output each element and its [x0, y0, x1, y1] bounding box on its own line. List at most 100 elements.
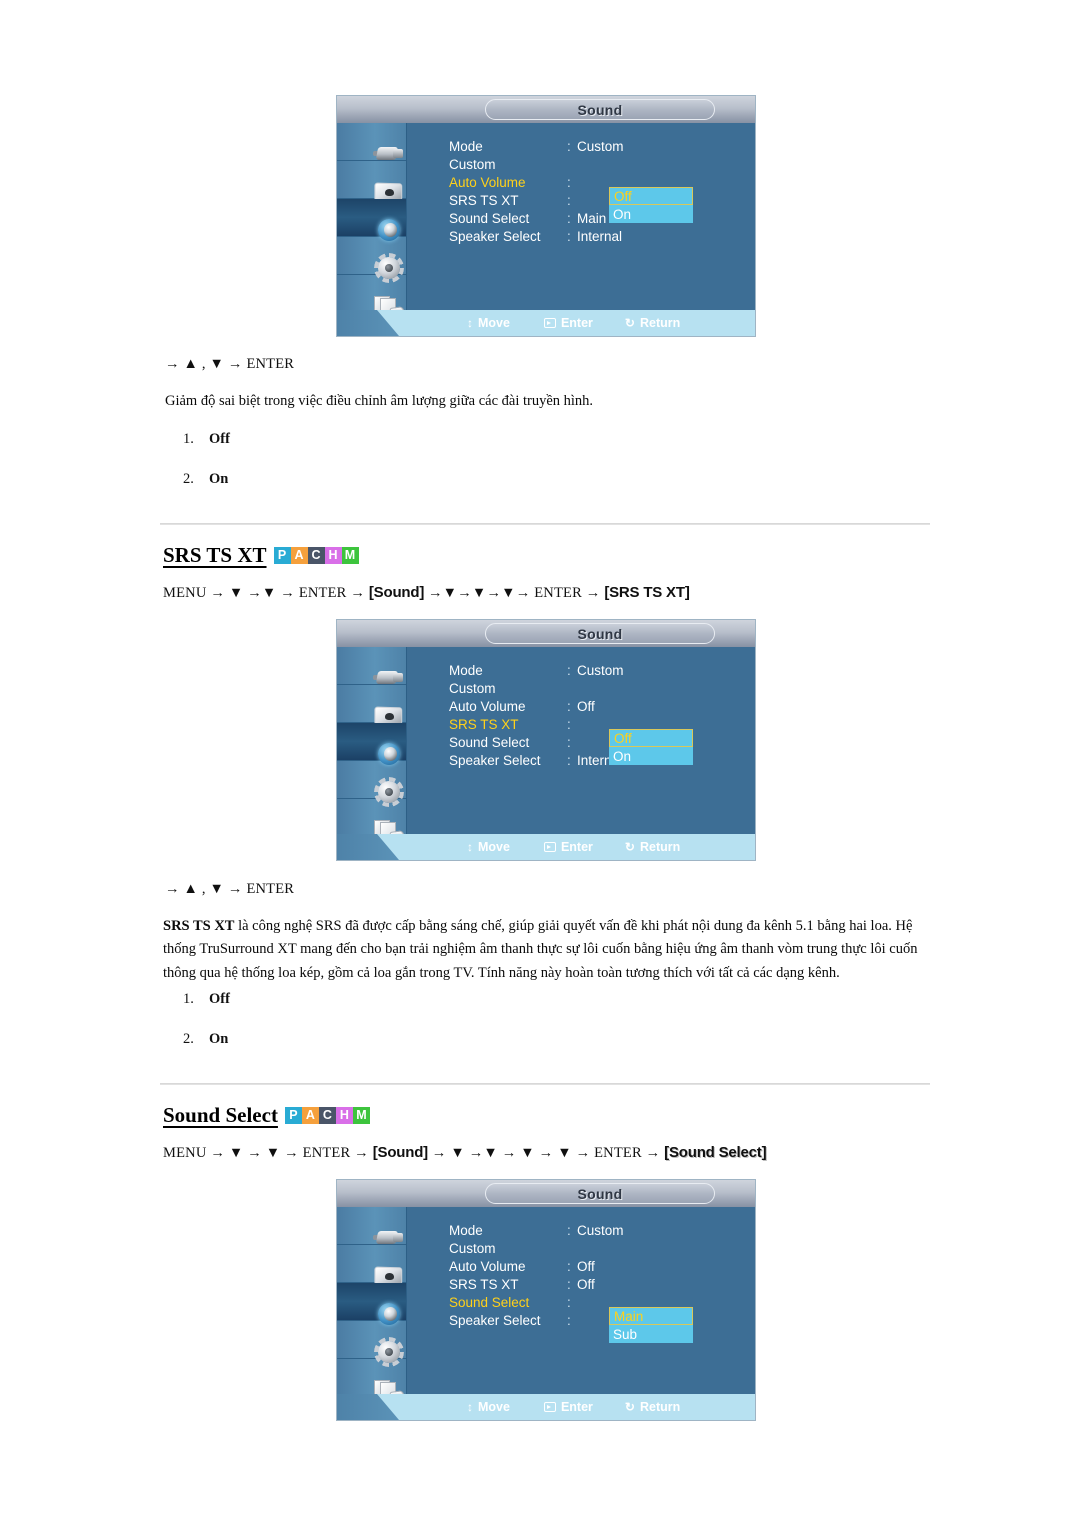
osd-rows: Mode: Custom Custom Auto Volume: Off SRS TS X…	[449, 661, 749, 769]
osd-row-1[interactable]: Custom	[449, 1239, 749, 1257]
osd-row-value: Off	[577, 1258, 595, 1274]
osd-main-area: Mode: Custom Custom Auto Volume: Off SRS TS X…	[407, 647, 755, 834]
sidebar-item-sound[interactable]	[337, 199, 406, 241]
list-value: Off	[209, 431, 230, 447]
menu-path-prefix: MENU → ▼ →▼ → ENTER →	[163, 585, 369, 601]
osd-title-bar: Sound	[337, 1180, 755, 1207]
sidebar-item-input-source[interactable]	[337, 1207, 406, 1245]
osd-row-0[interactable]: Mode: Custom	[449, 1221, 749, 1239]
osd-row-1[interactable]: Custom	[449, 679, 749, 697]
osd-option-on[interactable]: On	[609, 205, 693, 223]
osd-row-colon: :	[567, 698, 571, 714]
osd-row-colon: :	[567, 210, 571, 226]
osd-footer-move: ↕ Move	[467, 1400, 510, 1414]
return-arrow-icon: ↻	[624, 840, 635, 854]
osd-option-dropdown[interactable]: Off On	[609, 187, 693, 223]
osd-row-value: Internal	[577, 228, 623, 244]
osd-row-0[interactable]: Mode: Custom	[449, 661, 749, 679]
sidebar-item-setup-gear[interactable]	[337, 761, 406, 803]
osd-row-4[interactable]: Sound Select:	[449, 733, 749, 751]
osd-row-label: Speaker Select	[449, 752, 541, 768]
osd-row-3[interactable]: SRS TS XT: Off	[449, 1275, 749, 1293]
osd-option-on[interactable]: On	[609, 747, 693, 765]
osd-row-2[interactable]: Auto Volume:	[449, 173, 749, 191]
osd-row-5[interactable]: Speaker Select: Internal	[449, 227, 749, 245]
osd-row-colon: :	[567, 228, 571, 244]
osd-row-colon: :	[567, 192, 571, 208]
sidebar-item-picture[interactable]	[337, 1245, 406, 1285]
osd-row-label: SRS TS XT	[449, 192, 519, 208]
osd-row-1[interactable]: Custom	[449, 155, 749, 173]
osd-title-pill: Sound	[485, 99, 715, 120]
sidebar-item-input-source[interactable]	[337, 123, 406, 161]
osd-row-0[interactable]: Mode: Custom	[449, 137, 749, 155]
osd-row-label: Auto Volume	[449, 698, 526, 714]
menu-path-middle: →▼→▼→▼→ ENTER →	[424, 585, 605, 601]
osd-row-label: Auto Volume	[449, 174, 526, 190]
osd-row-4[interactable]: Sound Select: Main	[449, 209, 749, 227]
osd-footer-return: ↻ Return	[624, 316, 681, 330]
nav-line-enter-1: → ▲ , ▼ → ENTER	[165, 356, 295, 372]
osd-row-value: Custom	[577, 662, 624, 678]
sidebar-item-input-source[interactable]	[337, 647, 406, 685]
osd-title: Sound	[577, 101, 623, 118]
osd-row-5[interactable]: Speaker Select: Internal	[449, 751, 749, 769]
osd-option-dropdown[interactable]: Off On	[609, 729, 693, 765]
osd-footer-notch	[337, 310, 399, 336]
updown-arrow-icon: ↕	[467, 316, 473, 330]
osd-row-value: Main	[577, 210, 607, 226]
srs-description-body: là công nghệ SRS đã được cấp bằng sáng c…	[163, 918, 918, 981]
sidebar-item-setup-gear[interactable]	[337, 1321, 406, 1363]
sidebar-item-multi-control[interactable]	[337, 1359, 406, 1401]
sidebar-item-picture[interactable]	[337, 161, 406, 201]
osd-row-3[interactable]: SRS TS XT:	[449, 191, 749, 209]
enter-key-icon	[543, 842, 556, 852]
section-divider	[160, 523, 930, 525]
osd-option-dropdown[interactable]: Main Sub	[609, 1307, 693, 1343]
sidebar-item-sound[interactable]	[337, 723, 406, 765]
document-page: Sound Mode: Custom Custom Auto Volume: SRS TS…	[0, 0, 1080, 1527]
sidebar-item-setup-gear[interactable]	[337, 237, 406, 279]
osd-row-label: SRS TS XT	[449, 716, 519, 732]
enter-key-icon	[543, 1402, 556, 1412]
osd-option-off[interactable]: Off	[609, 729, 693, 747]
menu-path-srs: MENU → ▼ →▼ → ENTER → [Sound] →▼→▼→▼→ EN…	[163, 584, 690, 602]
badge-c: C	[318, 1107, 336, 1124]
sidebar-item-sound[interactable]	[337, 1283, 406, 1325]
osd-option-sub[interactable]: Sub	[609, 1325, 693, 1343]
sidebar-item-multi-control[interactable]	[337, 799, 406, 841]
updown-arrow-icon: ↕	[467, 840, 473, 854]
list-value: On	[209, 471, 229, 487]
badge-p: P	[284, 1107, 302, 1124]
badge-p: P	[273, 547, 291, 564]
heading-text: Sound Select	[163, 1103, 278, 1127]
osd-title-bar: Sound	[337, 96, 755, 123]
osd-row-value: Custom	[577, 138, 624, 154]
osd-row-label: Speaker Select	[449, 228, 541, 244]
osd-row-5[interactable]: Speaker Select:	[449, 1311, 749, 1329]
osd-row-label: Custom	[449, 680, 496, 696]
menu-path-middle: → ▼ →▼ → ▼ → ▼ → ENTER →	[427, 1145, 665, 1161]
badge-h: H	[324, 547, 342, 564]
section-divider	[160, 1083, 930, 1085]
osd-row-label: Sound Select	[449, 734, 530, 750]
list-item: 1. Off	[183, 991, 230, 1008]
osd-row-2[interactable]: Auto Volume: Off	[449, 1257, 749, 1275]
osd-row-value: Custom	[577, 1222, 624, 1238]
osd-row-colon: :	[567, 174, 571, 190]
osd-main-area: Mode: Custom Custom Auto Volume: SRS TS XT: S…	[407, 123, 755, 310]
osd-sidebar	[337, 123, 407, 317]
osd-row-3[interactable]: SRS TS XT:	[449, 715, 749, 733]
osd-row-colon: :	[567, 734, 571, 750]
osd-row-colon: :	[567, 1294, 571, 1310]
osd-option-off[interactable]: Off	[609, 187, 693, 205]
osd-option-main[interactable]: Main	[609, 1307, 693, 1325]
badge-c: C	[307, 547, 325, 564]
osd-screen-sound-select: Sound Mode: Custom Custom Auto Volume: Off SRS…	[337, 1180, 755, 1420]
sidebar-item-picture[interactable]	[337, 685, 406, 725]
sidebar-item-multi-control[interactable]	[337, 275, 406, 317]
auto-volume-options: 1. Off 2. On	[183, 431, 230, 511]
osd-row-label: Custom	[449, 1240, 496, 1256]
osd-row-2[interactable]: Auto Volume: Off	[449, 697, 749, 715]
osd-row-4[interactable]: Sound Select:	[449, 1293, 749, 1311]
